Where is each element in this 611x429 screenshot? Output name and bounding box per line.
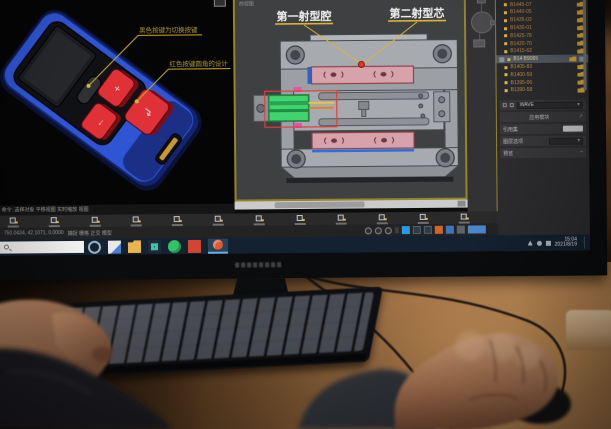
hands-overlay <box>0 0 611 429</box>
photo-scene: ← + ↲ <box>0 0 611 429</box>
right-hand <box>298 331 571 429</box>
left-hand <box>0 300 172 429</box>
